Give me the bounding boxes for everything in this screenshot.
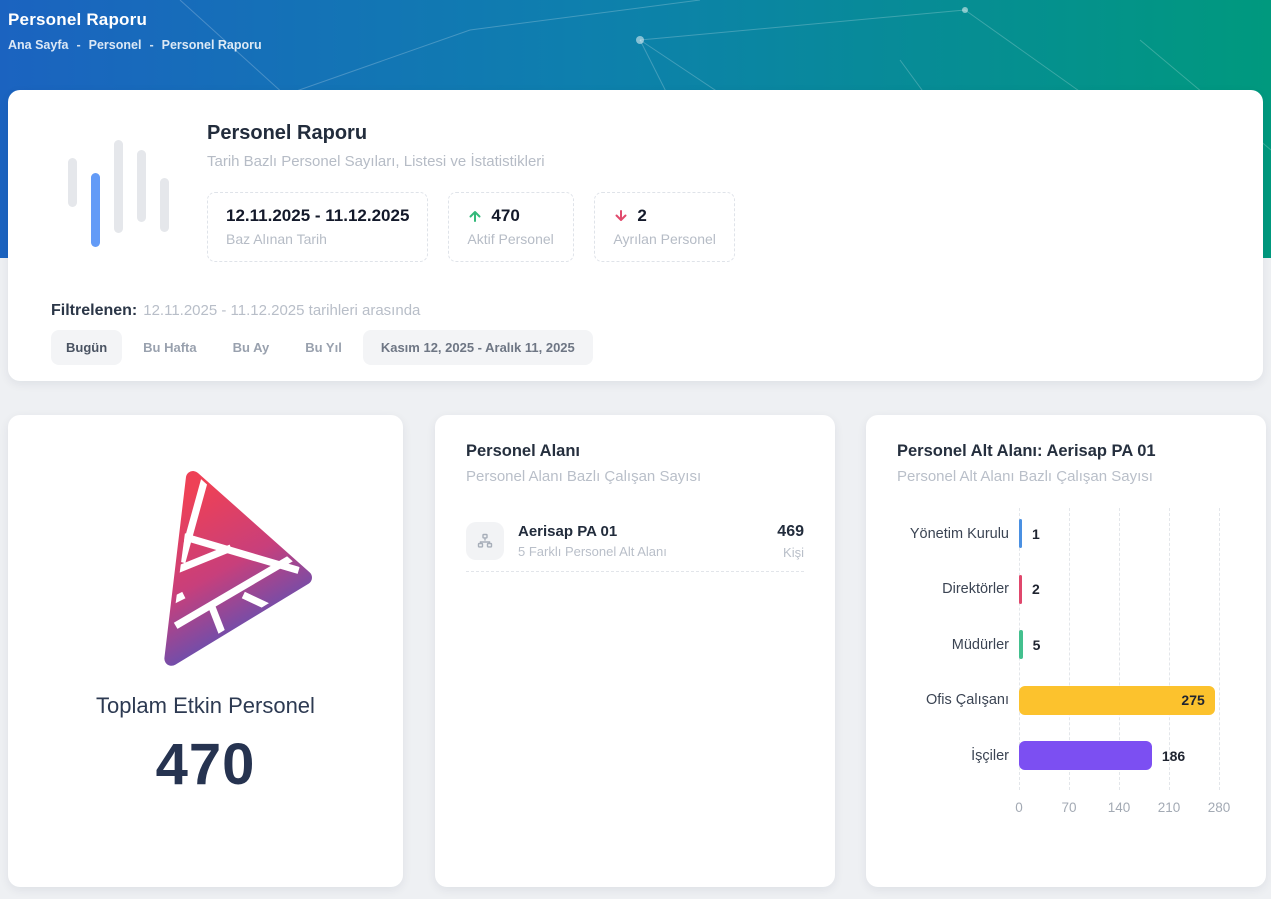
bar-2[interactable] bbox=[1019, 630, 1023, 659]
filter-summary-text: 12.11.2025 - 11.12.2025 tarihleri arasın… bbox=[143, 302, 420, 319]
bar-category-label: Ofis Çalışanı bbox=[897, 691, 1009, 709]
stat-active-personnel: 470 Aktif Personel bbox=[448, 192, 574, 262]
stat-date-range-label: Baz Alınan Tarih bbox=[226, 231, 409, 247]
stat-date-range-value: 12.11.2025 - 11.12.2025 bbox=[226, 206, 409, 226]
stat-departed-personnel: 2 Ayrılan Personel bbox=[594, 192, 734, 262]
bar-value-label: 2 bbox=[1032, 581, 1040, 597]
x-axis-tick: 140 bbox=[1108, 800, 1131, 815]
bar-value-label: 186 bbox=[1162, 748, 1185, 764]
bar-value-label: 5 bbox=[1033, 637, 1041, 653]
subarea-title: Personel Alt Alanı: Aerisap PA 01 bbox=[897, 442, 1156, 461]
bar-4[interactable] bbox=[1019, 741, 1152, 770]
equalizer-icon bbox=[60, 128, 176, 258]
area-item-name: Aerisap PA 01 bbox=[518, 523, 777, 540]
x-axis-tick: 70 bbox=[1061, 800, 1076, 815]
total-active-label: Toplam Etkin Personel bbox=[8, 693, 403, 719]
bar-category-label: İşçiler bbox=[897, 747, 1009, 765]
breadcrumb-separator: - bbox=[149, 38, 153, 52]
personnel-area-title: Personel Alanı bbox=[466, 442, 580, 461]
arrow-up-icon bbox=[467, 208, 483, 224]
arrow-down-icon bbox=[613, 208, 629, 224]
stat-date-range: 12.11.2025 - 11.12.2025 Baz Alınan Tarih bbox=[207, 192, 428, 262]
personnel-area-subtitle: Personel Alanı Bazlı Çalışan Sayısı bbox=[466, 468, 701, 485]
filter-summary-label: Filtrelenen: bbox=[51, 302, 137, 319]
x-axis-tick: 0 bbox=[1015, 800, 1023, 815]
subarea-bar-chart: 0 70 140 210 280 Yönetim Kurulu 1 Direktörler 2 M… bbox=[897, 508, 1242, 820]
bar-value-label: 1 bbox=[1032, 526, 1040, 542]
page-title: Personel Raporu bbox=[8, 10, 147, 30]
stat-row: 12.11.2025 - 11.12.2025 Baz Alınan Tarih… bbox=[207, 192, 735, 262]
filter-chip-date-range[interactable]: Kasım 12, 2025 - Aralık 11, 2025 bbox=[363, 330, 593, 365]
filter-summary: Filtrelenen: 12.11.2025 - 11.12.2025 tari… bbox=[51, 302, 420, 320]
filter-chip-this-month[interactable]: Bu Ay bbox=[218, 330, 285, 365]
report-subtitle: Tarih Bazlı Personel Sayıları, Listesi v… bbox=[207, 153, 545, 170]
personnel-subarea-card: Personel Alt Alanı: Aerisap PA 01 Person… bbox=[866, 415, 1266, 887]
bar-category-label: Yönetim Kurulu bbox=[897, 525, 1009, 543]
breadcrumb: Ana Sayfa - Personel - Personel Raporu bbox=[8, 38, 262, 52]
total-active-value: 470 bbox=[8, 731, 403, 798]
breadcrumb-section[interactable]: Personel bbox=[89, 38, 142, 52]
brand-logo bbox=[108, 470, 313, 675]
filter-chip-today[interactable]: Bugün bbox=[51, 330, 122, 365]
bar-0[interactable] bbox=[1019, 519, 1022, 548]
stat-departed-value: 2 bbox=[637, 206, 646, 226]
subarea-subtitle: Personel Alt Alanı Bazlı Çalışan Sayısı bbox=[897, 468, 1153, 485]
stat-active-value: 470 bbox=[491, 206, 519, 226]
filter-chip-this-week[interactable]: Bu Hafta bbox=[128, 330, 211, 365]
bar-category-label: Müdürler bbox=[897, 636, 1009, 654]
personnel-area-list-item[interactable]: Aerisap PA 01 5 Farklı Personel Alt Alan… bbox=[466, 513, 804, 569]
report-summary-card: Personel Raporu Tarih Bazlı Personel Say… bbox=[8, 90, 1263, 381]
stat-active-label: Aktif Personel bbox=[467, 231, 555, 247]
area-item-unit: Kişi bbox=[777, 545, 804, 560]
stat-departed-label: Ayrılan Personel bbox=[613, 231, 715, 247]
bar-1[interactable] bbox=[1019, 575, 1022, 604]
date-filter-chips: Bugün Bu Hafta Bu Ay Bu Yıl Kasım 12, 20… bbox=[51, 330, 593, 365]
personnel-area-card: Personel Alanı Personel Alanı Bazlı Çalı… bbox=[435, 415, 835, 887]
x-axis-tick: 210 bbox=[1158, 800, 1181, 815]
gridline bbox=[1219, 508, 1220, 790]
area-item-detail: 5 Farklı Personel Alt Alanı bbox=[518, 544, 777, 559]
report-title: Personel Raporu bbox=[207, 122, 367, 145]
breadcrumb-current: Personel Raporu bbox=[162, 38, 262, 52]
filter-chip-this-year[interactable]: Bu Yıl bbox=[290, 330, 357, 365]
breadcrumb-separator: - bbox=[76, 38, 80, 52]
x-axis-tick: 280 bbox=[1208, 800, 1231, 815]
breadcrumb-home[interactable]: Ana Sayfa bbox=[8, 38, 68, 52]
area-item-value: 469 bbox=[777, 523, 804, 541]
bar-category-label: Direktörler bbox=[897, 580, 1009, 598]
sitemap-icon bbox=[466, 522, 504, 560]
bar-value-label: 275 bbox=[1181, 692, 1204, 708]
total-active-card: Toplam Etkin Personel 470 bbox=[8, 415, 403, 887]
list-divider bbox=[466, 571, 804, 572]
